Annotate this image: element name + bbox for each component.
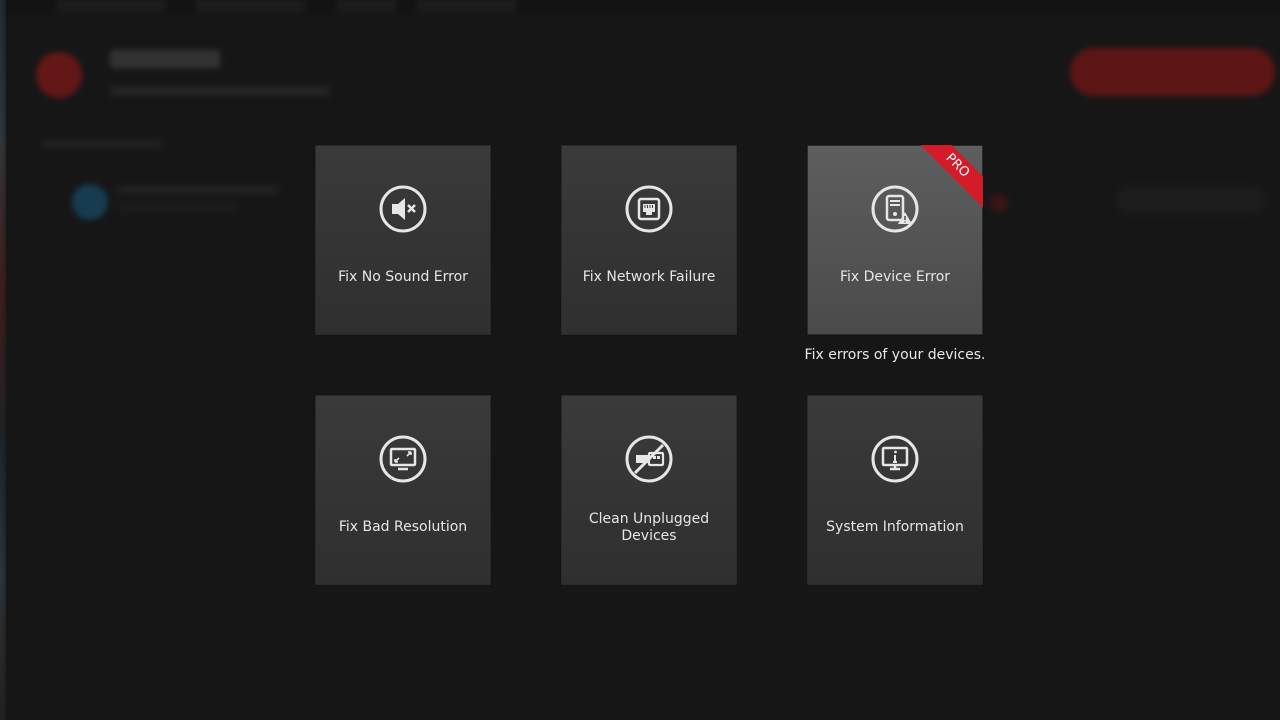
unplugged-device-icon xyxy=(625,435,673,483)
tile-label: Fix Network Failure xyxy=(582,269,716,285)
tile-label-line: Clean Unplugged xyxy=(588,511,710,527)
mute-speaker-icon xyxy=(379,185,427,233)
fix-device-error-tile[interactable]: PRO Fix Device Error xyxy=(806,144,984,336)
fix-network-failure-tile[interactable]: Fix Network Failure xyxy=(560,144,738,336)
tile-label: Fix Bad Resolution xyxy=(338,519,468,535)
device-warning-icon xyxy=(871,185,919,233)
clean-unplugged-devices-tile[interactable]: Clean Unplugged Devices xyxy=(560,394,738,586)
resolution-monitor-icon xyxy=(379,435,427,483)
tile-label: Clean Unplugged Devices xyxy=(561,511,737,545)
fix-bad-resolution-tile[interactable]: Fix Bad Resolution xyxy=(314,394,492,586)
fix-no-sound-error-tile[interactable]: Fix No Sound Error xyxy=(314,144,492,336)
tile-label: System Information xyxy=(826,519,964,535)
system-info-icon xyxy=(871,435,919,483)
pro-badge: PRO xyxy=(913,145,983,210)
system-information-tile[interactable]: System Information xyxy=(806,394,984,586)
network-port-icon xyxy=(625,185,673,233)
tile-label-line: Devices xyxy=(621,528,677,544)
tile-description: Fix errors of your devices. xyxy=(804,347,986,363)
tile-label: Fix Device Error xyxy=(839,269,951,285)
tile-label: Fix No Sound Error xyxy=(338,269,468,285)
tools-overlay: Fix No Sound Error Fix Network Failure P… xyxy=(0,0,1280,720)
